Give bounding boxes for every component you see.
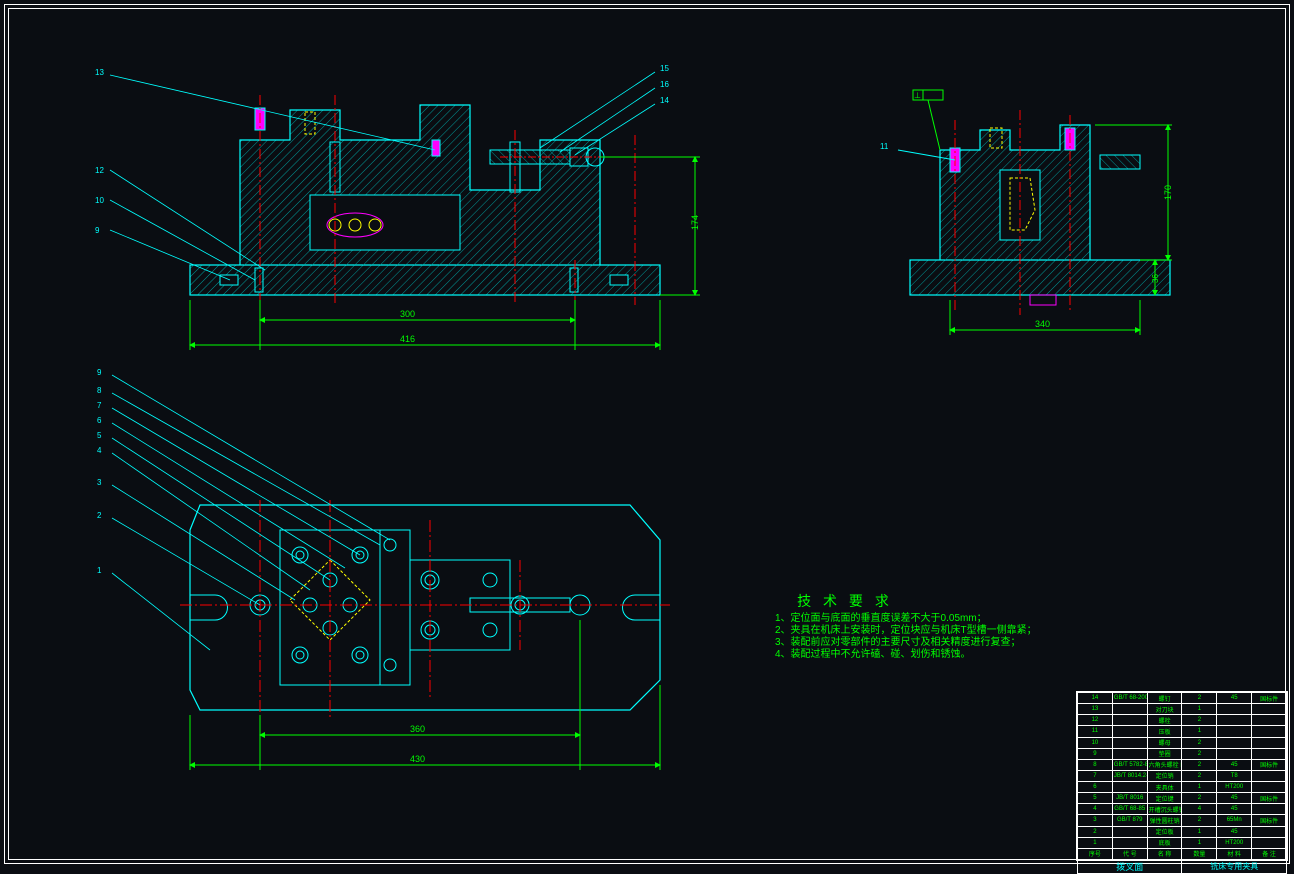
title-block: 14GB/T 68-2000螺钉245国标件13对刀块112螺栓211压板110… [1076,691,1288,861]
side-section-view: 340 170 36 ⊥ [898,90,1173,335]
svg-text:430: 430 [410,754,425,764]
bom-row: 6夹具体1HT200 [1078,782,1287,793]
bom-row: 5JB/T 8016定位键245国标件 [1078,793,1287,804]
bom-row: 3GB/T 879弹性圆柱销265Mn国标件 [1078,815,1287,826]
plan-view: 360 430 [112,375,670,770]
bom-row: 13对刀块1 [1078,704,1287,715]
bom-row: 12螺栓2 [1078,715,1287,726]
leader-side: 11 [880,142,888,151]
bom-table: 14GB/T 68-2000螺钉245国标件13对刀块112螺栓211压板110… [1077,692,1287,874]
svg-text:340: 340 [1035,319,1050,329]
technical-requirements: 技 术 要 求 1、定位面与底面的垂直度误差不大于0.05mm； 2、夹具在机床… [775,595,1037,661]
svg-text:360: 360 [410,724,425,734]
bom-row: 14GB/T 68-2000螺钉245国标件 [1078,693,1287,704]
svg-text:170: 170 [1163,185,1173,200]
svg-text:416: 416 [400,334,415,344]
bom-row: 10螺母2 [1078,737,1287,748]
bom-row: 1底板1HT200 [1078,837,1287,848]
bom-row: 9垫圈2 [1078,748,1287,759]
svg-text:36: 36 [1151,274,1160,283]
svg-text:174: 174 [690,215,700,230]
bom-row: 11压板1 [1078,726,1287,737]
front-section-view: 300 416 174 [110,72,700,350]
tech-req-title: 技 术 要 求 [775,595,915,607]
bom-row: 4GB/T 68-85开槽沉头螺钉445 [1078,804,1287,815]
svg-text:⊥: ⊥ [914,91,921,100]
bom-row: 8GB/T 5782-86六角头螺栓 M6×30245国标件 [1078,759,1287,770]
bom-row: 7JB/T 8014.2-95定位销2T8 [1078,770,1287,781]
bom-row: 2定位板145 [1078,826,1287,837]
svg-text:300: 300 [400,309,415,319]
